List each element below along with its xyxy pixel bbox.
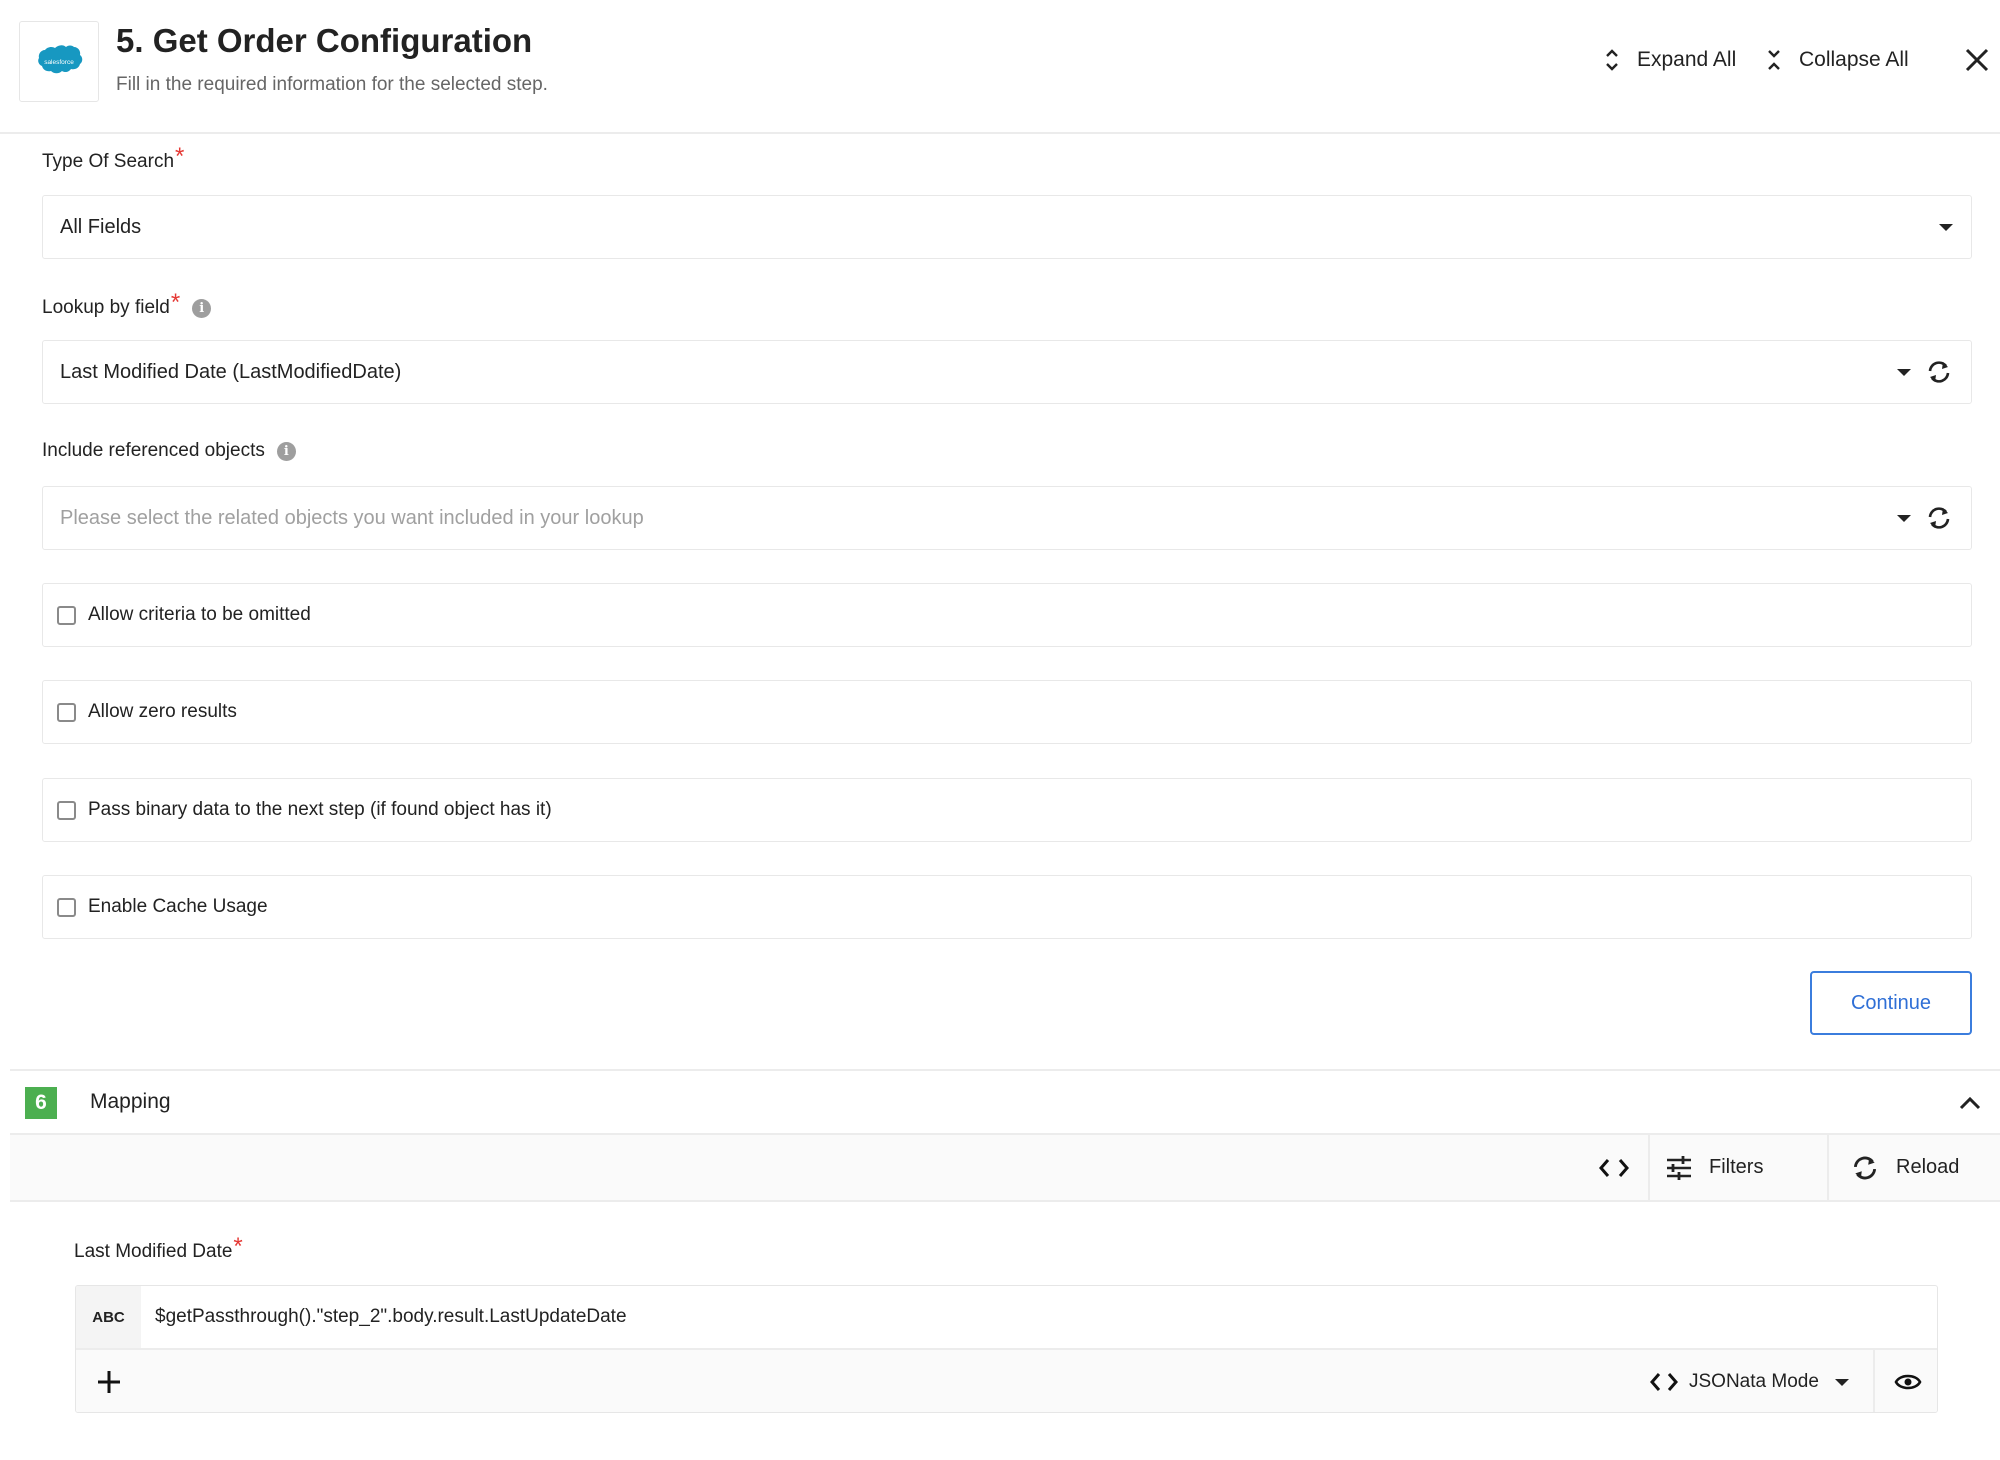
close-button[interactable] [1962, 45, 1992, 75]
close-icon [1965, 48, 1989, 72]
enable-cache-usage-row[interactable]: Enable Cache Usage [42, 875, 1972, 939]
eye-icon[interactable] [1894, 1368, 1922, 1396]
string-type-badge: ABC [76, 1286, 141, 1348]
include-referenced-objects-label: Include referenced objects i [42, 440, 296, 462]
toolbar-divider [1648, 1135, 1650, 1200]
mapping-section-header[interactable]: 6 Mapping [10, 1069, 2000, 1135]
checkbox-label: Allow criteria to be omitted [88, 604, 311, 625]
dropdown-caret-icon [1834, 1378, 1849, 1386]
filters-label: Filters [1709, 1156, 1764, 1178]
info-icon[interactable]: i [276, 441, 296, 461]
expand-all-label: Expand All [1637, 48, 1737, 71]
dropdown-caret-icon [1939, 223, 1953, 231]
reload-icon [1853, 1156, 1877, 1179]
type-of-search-label: Type Of Search * [42, 143, 184, 176]
logo-text: salesforce [44, 59, 74, 66]
mode-label: JSONata Mode [1689, 1371, 1819, 1392]
footer-divider [1873, 1350, 1875, 1412]
allow-criteria-omitted-row[interactable]: Allow criteria to be omitted [42, 583, 1972, 647]
required-marker: * [233, 1233, 243, 1260]
jsonata-mode-select[interactable]: JSONata Mode [1649, 1350, 1849, 1412]
lookup-by-field-label: Lookup by field * i [42, 289, 212, 322]
expand-all-button[interactable]: Expand All [1605, 46, 1736, 74]
mapping-field-footer: JSONata Mode [76, 1348, 1937, 1412]
type-of-search-select[interactable]: All Fields [42, 195, 1972, 259]
lookup-by-field-label-text: Lookup by field [42, 297, 170, 318]
dropdown-caret-icon [1897, 368, 1911, 376]
salesforce-cloud-icon: salesforce [38, 44, 83, 73]
info-icon[interactable]: i [192, 298, 212, 318]
include-referenced-objects-label-text: Include referenced objects [42, 440, 265, 461]
step-number-badge: 6 [25, 1087, 57, 1119]
required-marker: * [170, 289, 181, 316]
checkbox-label: Allow zero results [88, 701, 237, 722]
plus-icon[interactable] [95, 1368, 123, 1396]
mapping-field-editor: ABC $getPassthrough()."step_2".body.resu… [75, 1285, 1938, 1413]
collapse-icon [1768, 50, 1780, 70]
refresh-icon[interactable] [1925, 359, 1953, 385]
refresh-icon[interactable] [1925, 505, 1953, 531]
include-referenced-objects-placeholder: Please select the related objects you wa… [60, 506, 644, 529]
include-referenced-objects-select[interactable]: Please select the related objects you wa… [42, 486, 1972, 550]
dropdown-caret-icon [1897, 514, 1911, 522]
filters-button[interactable]: Filters [1665, 1135, 1763, 1200]
allow-zero-results-row[interactable]: Allow zero results [42, 680, 1972, 744]
reload-label: Reload [1896, 1156, 1960, 1178]
mapping-title: Mapping [90, 1090, 171, 1113]
checkbox-label: Enable Cache Usage [88, 896, 268, 917]
code-brackets-icon [1599, 1158, 1629, 1177]
toolbar-divider [1827, 1135, 1829, 1200]
lookup-by-field-value: Last Modified Date (LastModifiedDate) [60, 360, 402, 383]
page-subtitle: Fill in the required information for the… [116, 74, 548, 95]
mapping-toolbar: Filters Reload [10, 1135, 2000, 1202]
expression-input[interactable]: $getPassthrough()."step_2".body.result.L… [155, 1286, 627, 1348]
enable-cache-usage-checkbox[interactable] [57, 897, 76, 917]
step-header: salesforce 5. Get Order Configuration Fi… [0, 0, 2000, 134]
lookup-by-field-select[interactable]: Last Modified Date (LastModifiedDate) [42, 340, 1972, 404]
allow-zero-results-checkbox[interactable] [57, 702, 76, 722]
required-marker: * [175, 143, 185, 170]
code-brackets-icon [1650, 1373, 1678, 1391]
filters-icon [1667, 1155, 1691, 1180]
type-of-search-value: All Fields [60, 215, 142, 238]
allow-criteria-omitted-checkbox[interactable] [57, 605, 76, 625]
pass-binary-data-row[interactable]: Pass binary data to the next step (if fo… [42, 778, 1972, 842]
continue-button[interactable]: Continue [1810, 971, 1972, 1035]
page-title: 5. Get Order Configuration [116, 22, 533, 59]
type-of-search-label-text: Type Of Search [42, 151, 175, 172]
reload-button[interactable]: Reload [1850, 1135, 1959, 1200]
mapping-field-label-text: Last Modified Date [74, 1241, 233, 1262]
collapse-all-label: Collapse All [1799, 48, 1909, 71]
salesforce-logo: salesforce [19, 21, 99, 102]
chevron-up-icon[interactable] [1958, 1091, 1982, 1115]
collapse-all-button[interactable]: Collapse All [1767, 46, 1909, 74]
expand-icon [1606, 49, 1618, 71]
code-view-button[interactable] [1598, 1135, 1630, 1200]
checkbox-label: Pass binary data to the next step (if fo… [88, 799, 552, 820]
pass-binary-data-checkbox[interactable] [57, 800, 76, 820]
last-modified-date-label: Last Modified Date * [74, 1233, 243, 1266]
